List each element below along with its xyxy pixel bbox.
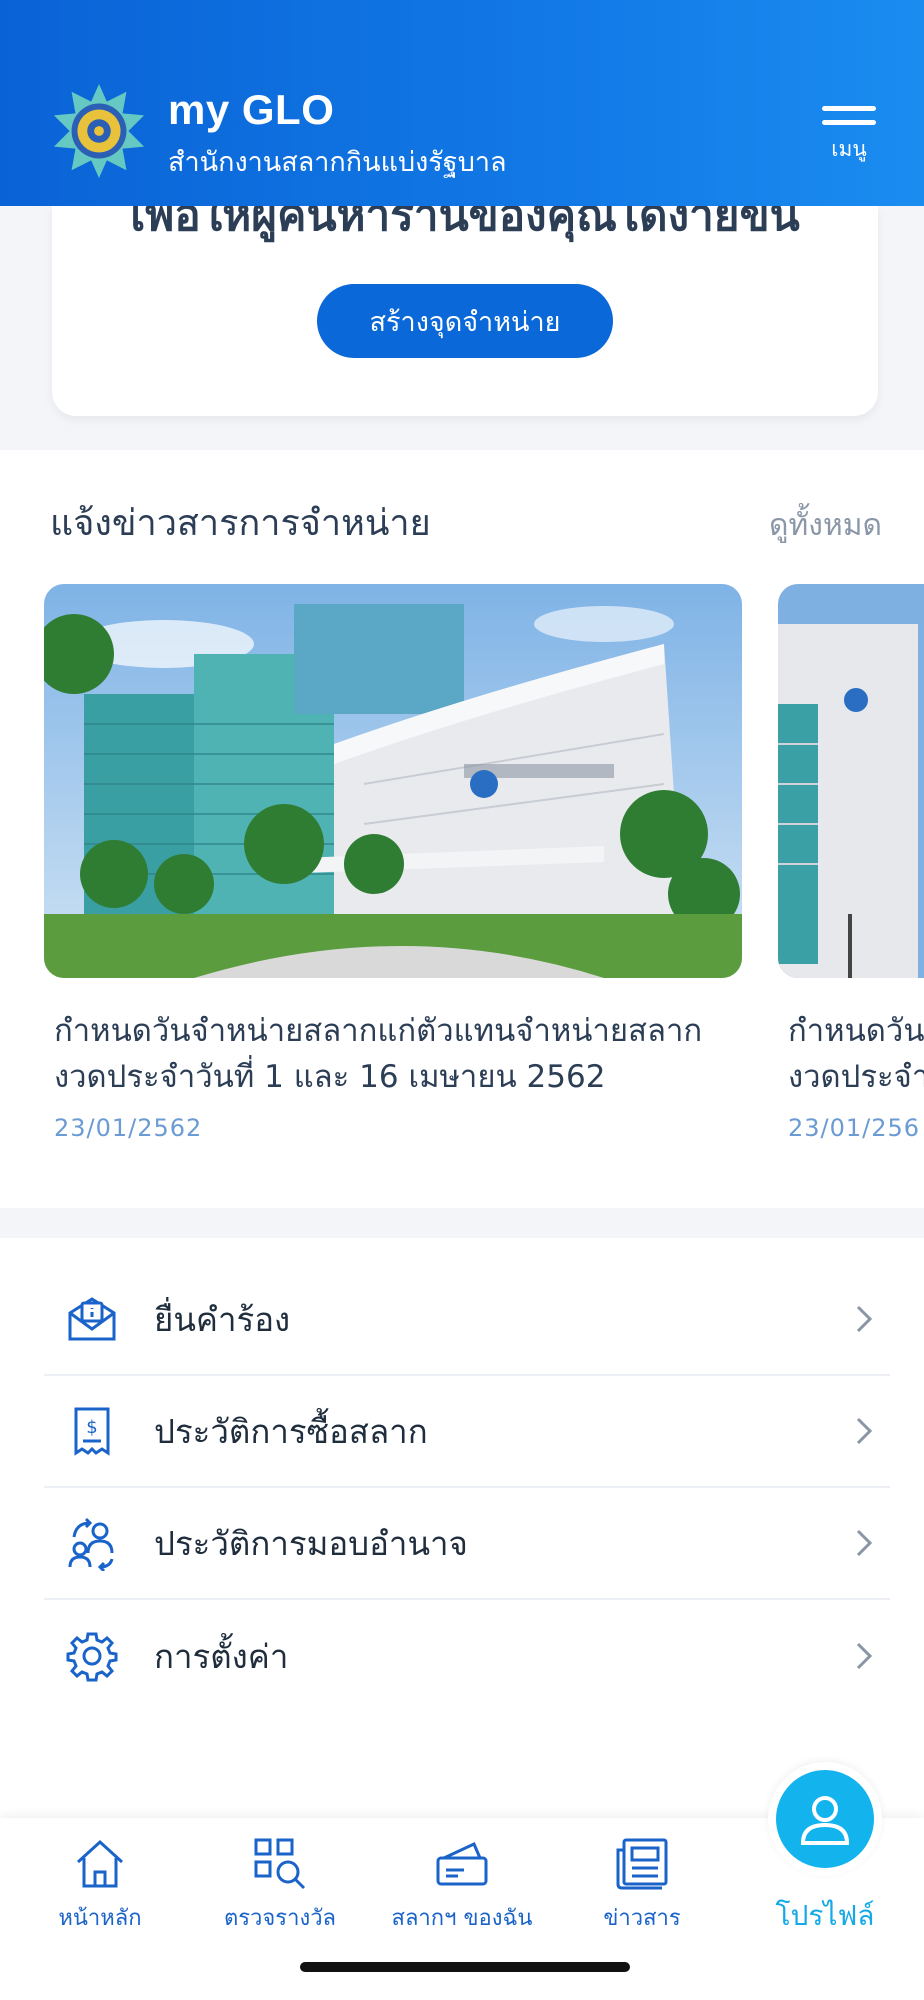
chevron-right-icon (856, 1417, 873, 1445)
news-card[interactable]: กำหนดวัน งวดประจำ 23/01/256 (778, 584, 924, 1142)
menu-item-submit-request[interactable]: ยื่นคำร้อง (44, 1264, 890, 1376)
menu-button[interactable]: เมนู (818, 106, 880, 172)
home-icon (76, 1839, 124, 1888)
menu-label: เมนู (831, 137, 867, 161)
news-section-title: แจ้งข่าวสารการจำหน่าย (50, 503, 431, 544)
nav-check-prize[interactable]: ตรวจรางวัล (190, 1836, 370, 1935)
store-card-section: เพื่อให้ผู้คนหาร้านของคุณได้ง่ายขึ้น สร้… (0, 206, 924, 450)
menu-item-settings[interactable]: การตั้งค่า (44, 1600, 890, 1712)
news-headline: กำหนดวันจำหน่ายสลากแก่ตัวแทนจำหน่ายสลาก … (54, 1013, 703, 1095)
nav-label: สลากฯ ของฉัน (391, 1906, 533, 1931)
profile-button[interactable] (768, 1762, 882, 1876)
chevron-right-icon (856, 1305, 873, 1333)
chevron-right-icon (856, 1642, 873, 1670)
app-subtitle: สำนักงานสลากกินแบ่งรัฐบาล (168, 147, 507, 178)
qr-search-icon (254, 1838, 306, 1890)
see-all-link[interactable]: ดูทั้งหมด (769, 502, 882, 549)
ticket-icon (436, 1841, 488, 1886)
nav-home[interactable]: หน้าหลัก (10, 1836, 190, 1935)
svg-text:$: $ (86, 1417, 97, 1438)
menu-item-label: ยื่นคำร้อง (154, 1299, 291, 1339)
create-store-button[interactable]: สร้างจุดจำหน่าย (317, 284, 613, 358)
news-card[interactable]: กำหนดวันจำหน่ายสลากแก่ตัวแทนจำหน่ายสลาก … (44, 584, 742, 1142)
store-card-text: เพื่อให้ผู้คนหาร้านของคุณได้ง่ายขึ้น (130, 206, 800, 241)
nav-my-tickets[interactable]: สลากฯ ของฉัน (372, 1836, 552, 1935)
receipt-icon: $ (74, 1407, 110, 1456)
menu-item-label: การตั้งค่า (154, 1636, 289, 1676)
nav-label: ตรวจรางวัล (223, 1906, 337, 1931)
news-date: 23/01/2562 (54, 1114, 203, 1142)
news-image (44, 584, 742, 978)
user-transfer-icon (68, 1517, 114, 1571)
nav-label: หน้าหลัก (58, 1906, 142, 1931)
news-section: แจ้งข่าวสารการจำหน่าย ดูทั้งหมด กำหนดวัน… (0, 450, 924, 1208)
profile-label[interactable]: โปรไฟล์ (745, 1894, 905, 1938)
app-header: my GLO สำนักงานสลากกินแบ่งรัฐบาล เมนู (0, 0, 924, 206)
news-image (778, 584, 924, 978)
user-icon (800, 1796, 850, 1845)
menu-item-purchase-history[interactable]: $ ประวัติการซื้อสลาก (44, 1376, 890, 1488)
glo-logo-icon (53, 83, 145, 179)
profile-menu-list: ยื่นคำร้อง $ ประวัติการซื้อสลาก ประวัติก… (0, 1238, 924, 1818)
hamburger-icon (822, 106, 876, 111)
news-headline: กำหนดวัน งวดประจำ (788, 1013, 924, 1095)
gear-icon (66, 1632, 118, 1682)
mail-info-icon (68, 1297, 116, 1341)
app-name: my GLO (168, 86, 335, 133)
newspaper-icon (616, 1838, 668, 1890)
nav-news[interactable]: ข่าวสาร (552, 1836, 732, 1935)
store-card: เพื่อให้ผู้คนหาร้านของคุณได้ง่ายขึ้น สร้… (52, 206, 878, 416)
chevron-right-icon (856, 1529, 873, 1557)
menu-item-label: ประวัติการซื้อสลาก (154, 1411, 428, 1451)
home-indicator (300, 1962, 630, 1972)
menu-item-label: ประวัติการมอบอำนาจ (154, 1523, 468, 1563)
news-date: 23/01/256 (788, 1114, 921, 1142)
menu-item-authorization-history[interactable]: ประวัติการมอบอำนาจ (44, 1488, 890, 1600)
nav-label: ข่าวสาร (603, 1906, 681, 1931)
